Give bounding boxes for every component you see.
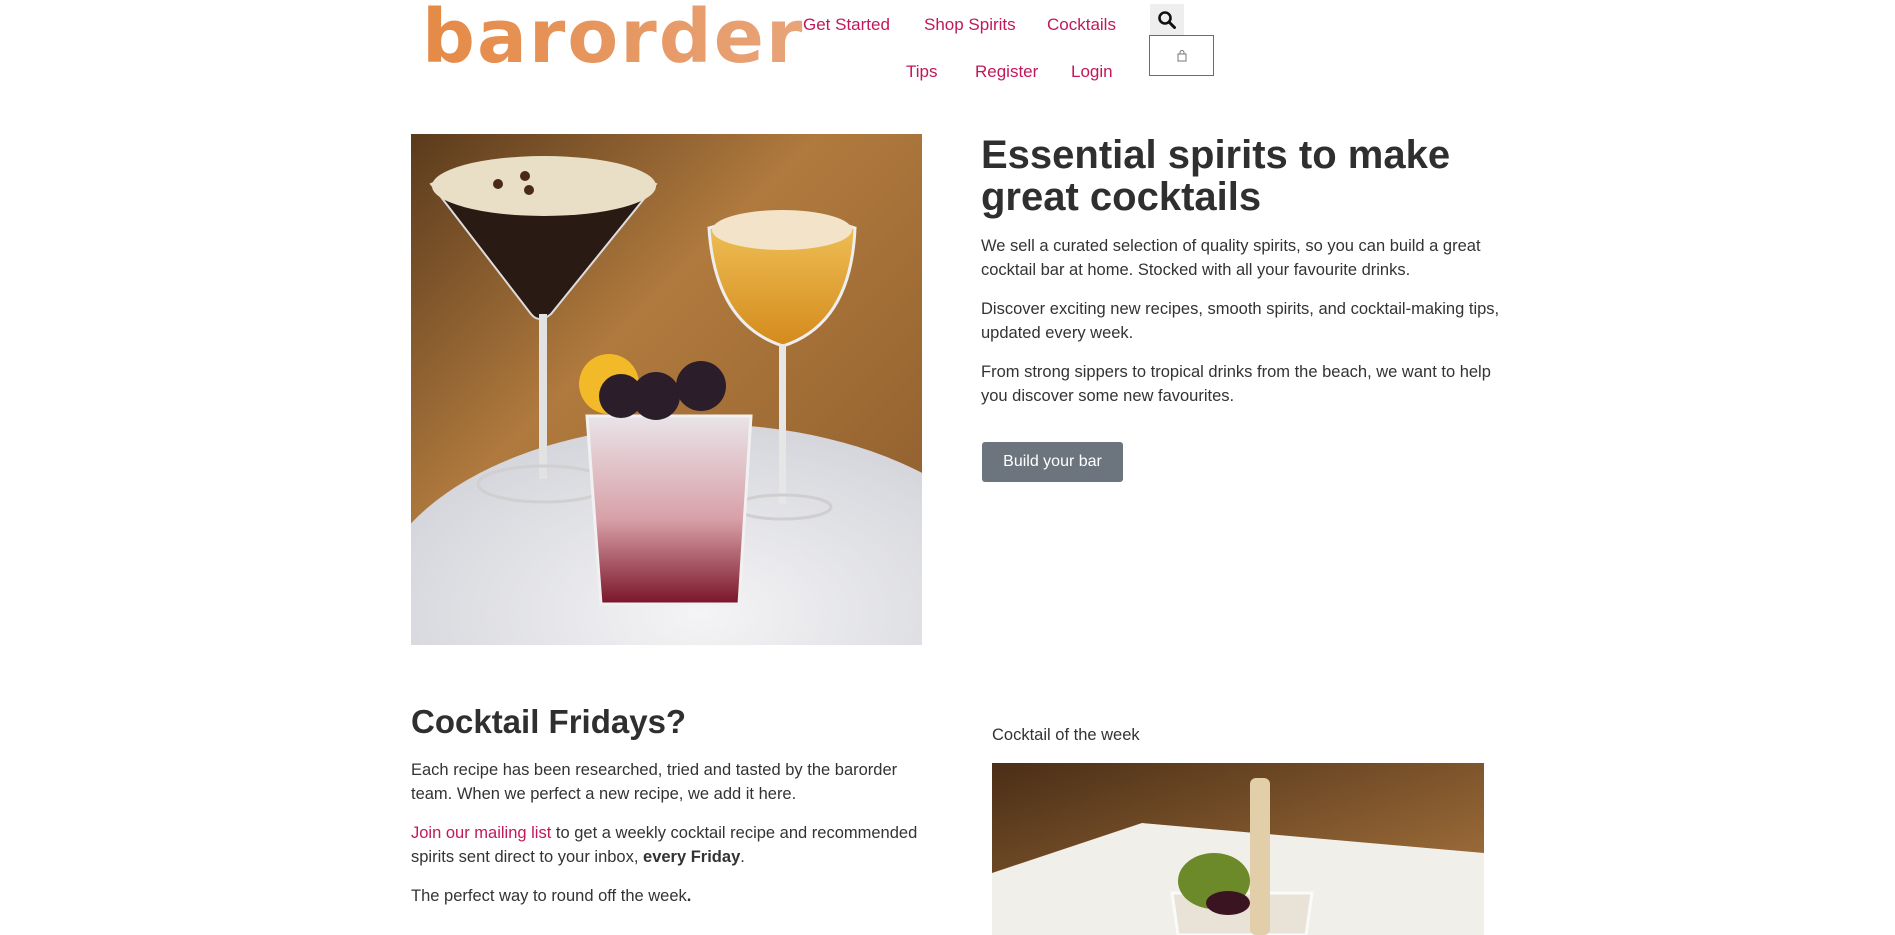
fridays-paragraph-1: Each recipe has been researched, tried a… — [411, 761, 898, 803]
fridays-paragraph-2-end: . — [740, 848, 745, 866]
search-button[interactable] — [1150, 4, 1184, 36]
search-icon — [1158, 11, 1176, 29]
nav-shop-spirits[interactable]: Shop Spirits — [924, 15, 1016, 35]
fridays-paragraph-3-text: The perfect way to round off the week — [411, 887, 687, 905]
fridays-paragraph-2: Join our mailing list to get a weekly co… — [411, 821, 931, 869]
nav-login[interactable]: Login — [1071, 62, 1113, 82]
hero-title: Essential spirits to make great cocktail… — [981, 133, 1451, 219]
nav-cocktails[interactable]: Cocktails — [1047, 15, 1116, 35]
fridays-title: Cocktail Fridays? — [411, 703, 687, 740]
cocktail-of-week-label: Cocktail of the week — [992, 726, 1140, 744]
hero-cocktails-image — [411, 134, 922, 645]
hero-paragraph-1: We sell a curated selection of quality s… — [981, 237, 1481, 279]
fridays-paragraph-3-bold: . — [686, 887, 692, 905]
nav-get-started[interactable]: Get Started — [803, 15, 890, 35]
mailing-list-link[interactable]: Join our mailing list — [411, 824, 551, 842]
cocktail-of-week-image[interactable] — [992, 763, 1484, 935]
hero-paragraph-3: From strong sippers to tropical drinks f… — [981, 363, 1491, 405]
every-friday-bold: every Friday — [643, 848, 741, 866]
shopping-bag-icon — [1177, 49, 1186, 61]
nav-tips[interactable]: Tips — [906, 62, 938, 82]
nav-register[interactable]: Register — [975, 62, 1038, 82]
logo[interactable]: barorder — [422, 0, 804, 74]
fridays-paragraph-3: The perfect way to round off the week. — [411, 884, 931, 908]
cart-button[interactable] — [1149, 35, 1214, 76]
hero-paragraph-2: Discover exciting new recipes, smooth sp… — [981, 300, 1500, 342]
build-your-bar-button[interactable]: Build your bar — [982, 442, 1123, 482]
